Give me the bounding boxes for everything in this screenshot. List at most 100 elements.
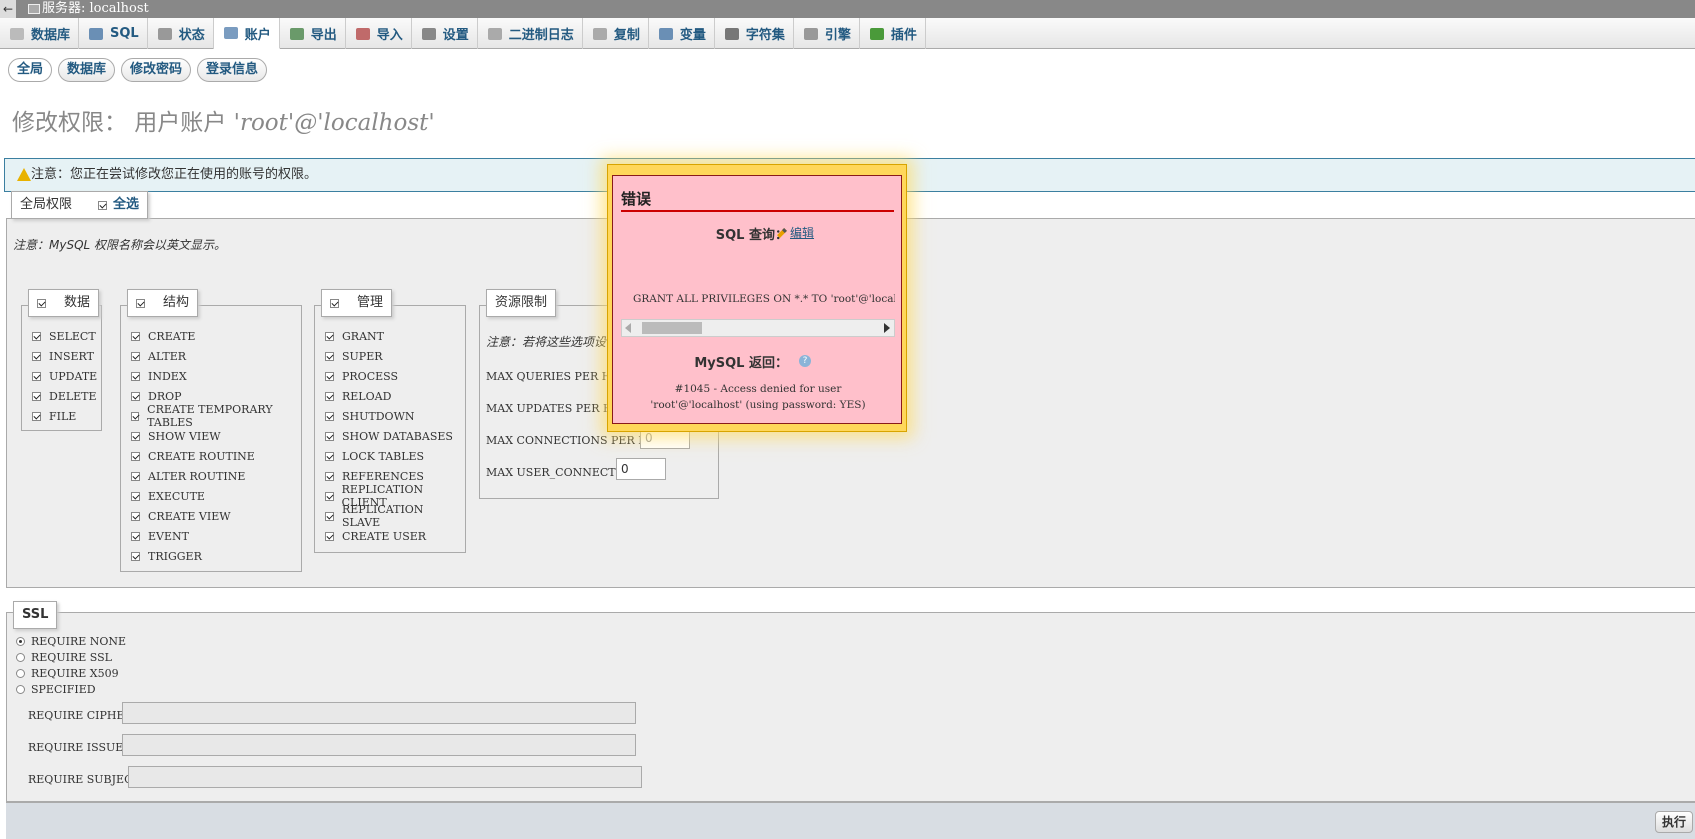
tab-3[interactable]: 账户 bbox=[213, 18, 280, 49]
privilege-checkbox[interactable] bbox=[32, 391, 41, 401]
privilege-checkbox[interactable] bbox=[131, 451, 140, 461]
tab-11[interactable]: 引擎 bbox=[794, 18, 860, 49]
tab-1[interactable]: SQL bbox=[79, 18, 148, 49]
data-select-all-checkbox[interactable] bbox=[37, 298, 46, 308]
subtab-0[interactable]: 全局 bbox=[8, 58, 53, 82]
tab-2[interactable]: 状态 bbox=[148, 18, 214, 49]
privilege-checkbox[interactable] bbox=[325, 331, 334, 341]
privilege-update[interactable]: UPDATE bbox=[32, 366, 97, 386]
privilege-checkbox[interactable] bbox=[131, 331, 140, 341]
tab-10[interactable]: 字符集 bbox=[715, 18, 794, 49]
tab-5[interactable]: 导入 bbox=[346, 18, 412, 49]
tab-8[interactable]: 复制 bbox=[583, 18, 649, 49]
privilege-alter-routine[interactable]: ALTER ROUTINE bbox=[131, 466, 301, 486]
privilege-grant[interactable]: GRANT bbox=[325, 326, 465, 346]
tab-label: 变量 bbox=[679, 28, 706, 43]
tab-7[interactable]: 二进制日志 bbox=[478, 18, 583, 49]
require-none-option[interactable]: REQUIRE NONE bbox=[16, 635, 126, 648]
privilege-checkbox[interactable] bbox=[131, 391, 140, 401]
privilege-checkbox[interactable] bbox=[131, 431, 140, 441]
privilege-checkbox[interactable] bbox=[131, 551, 140, 561]
privilege-checkbox[interactable] bbox=[325, 431, 334, 441]
privilege-event[interactable]: EVENT bbox=[131, 526, 301, 546]
privilege-shutdown[interactable]: SHUTDOWN bbox=[325, 406, 465, 426]
privilege-checkbox[interactable] bbox=[131, 471, 140, 481]
privilege-replication-slave[interactable]: REPLICATION SLAVE bbox=[325, 503, 465, 529]
max-user-connections-input[interactable]: 0 bbox=[616, 458, 666, 480]
privilege-super[interactable]: SUPER bbox=[325, 346, 465, 366]
privilege-file[interactable]: FILE bbox=[32, 406, 97, 426]
privilege-insert[interactable]: INSERT bbox=[32, 346, 97, 366]
privilege-checkbox[interactable] bbox=[325, 411, 334, 421]
privilege-checkbox[interactable] bbox=[131, 511, 140, 521]
privilege-checkbox[interactable] bbox=[325, 451, 334, 461]
privilege-trigger[interactable]: TRIGGER bbox=[131, 546, 301, 566]
privilege-checkbox[interactable] bbox=[325, 491, 334, 501]
subtab-2[interactable]: 修改密码 bbox=[121, 58, 192, 82]
admin-select-all-checkbox[interactable] bbox=[330, 298, 339, 308]
privilege-create[interactable]: CREATE bbox=[131, 326, 301, 346]
structure-select-all-checkbox[interactable] bbox=[136, 298, 145, 308]
help-icon[interactable]: ? bbox=[799, 355, 811, 367]
subtab-3[interactable]: 登录信息 bbox=[197, 58, 268, 82]
privilege-label: REFERENCES bbox=[342, 469, 424, 483]
privilege-checkbox[interactable] bbox=[32, 411, 41, 421]
go-button[interactable]: 执行 bbox=[1655, 811, 1694, 833]
ssl-legend-label: SSL bbox=[22, 607, 49, 622]
tab-label: 账户 bbox=[244, 27, 271, 43]
privilege-create-routine[interactable]: CREATE ROUTINE bbox=[131, 446, 301, 466]
require-issuer-input[interactable] bbox=[122, 734, 636, 756]
select-all-label[interactable]: 全选 bbox=[113, 192, 139, 218]
require-cipher-input[interactable] bbox=[122, 702, 636, 724]
tab-12[interactable]: 插件 bbox=[860, 18, 926, 49]
subtab-1[interactable]: 数据库 bbox=[58, 58, 116, 82]
select-all-checkbox[interactable] bbox=[98, 200, 108, 210]
require-ssl-option[interactable]: REQUIRE SSL bbox=[16, 651, 112, 664]
privilege-execute[interactable]: EXECUTE bbox=[131, 486, 301, 506]
tab-4[interactable]: 导出 bbox=[280, 18, 346, 49]
privilege-create-temporary-tables[interactable]: CREATE TEMPORARY TABLES bbox=[131, 403, 301, 429]
privilege-checkbox[interactable] bbox=[325, 391, 334, 401]
privilege-checkbox[interactable] bbox=[131, 351, 140, 361]
privilege-reload[interactable]: RELOAD bbox=[325, 386, 465, 406]
require-ssl-radio[interactable] bbox=[16, 653, 25, 662]
specified-radio[interactable] bbox=[16, 685, 25, 694]
privilege-checkbox[interactable] bbox=[131, 531, 140, 541]
privilege-checkbox[interactable] bbox=[32, 351, 41, 361]
require-subject-input[interactable] bbox=[128, 766, 642, 788]
privilege-delete[interactable]: DELETE bbox=[32, 386, 97, 406]
privilege-index[interactable]: INDEX bbox=[131, 366, 301, 386]
privilege-checkbox[interactable] bbox=[131, 411, 140, 421]
privilege-checkbox[interactable] bbox=[131, 491, 140, 501]
privilege-lock-tables[interactable]: LOCK TABLES bbox=[325, 446, 465, 466]
require-x509-radio[interactable] bbox=[16, 669, 25, 678]
privilege-checkbox[interactable] bbox=[131, 371, 140, 381]
tab-9[interactable]: 变量 bbox=[649, 18, 715, 49]
privilege-select[interactable]: SELECT bbox=[32, 326, 97, 346]
privilege-show-view[interactable]: SHOW VIEW bbox=[131, 426, 301, 446]
require-none-radio[interactable] bbox=[16, 637, 25, 646]
privilege-checkbox[interactable] bbox=[32, 331, 41, 341]
back-arrow-icon[interactable]: ← bbox=[0, 0, 16, 18]
edit-link-label[interactable]: 编辑 bbox=[790, 224, 814, 241]
privilege-show-databases[interactable]: SHOW DATABASES bbox=[325, 426, 465, 446]
privilege-checkbox[interactable] bbox=[325, 511, 334, 521]
scroll-left-icon[interactable] bbox=[625, 323, 631, 333]
specified-option[interactable]: SPECIFIED bbox=[16, 683, 96, 696]
scroll-thumb[interactable] bbox=[642, 322, 702, 334]
horizontal-scrollbar[interactable] bbox=[621, 319, 895, 337]
privilege-process[interactable]: PROCESS bbox=[325, 366, 465, 386]
tab-6[interactable]: 设置 bbox=[412, 18, 478, 49]
privilege-create-view[interactable]: CREATE VIEW bbox=[131, 506, 301, 526]
tab-0[interactable]: 数据库 bbox=[0, 18, 80, 49]
scroll-right-icon[interactable] bbox=[884, 323, 890, 333]
privilege-alter[interactable]: ALTER bbox=[131, 346, 301, 366]
edit-link[interactable]: 编辑 bbox=[777, 224, 814, 241]
privilege-create-user[interactable]: CREATE USER bbox=[325, 526, 465, 546]
privilege-checkbox[interactable] bbox=[325, 371, 334, 381]
privilege-checkbox[interactable] bbox=[32, 371, 41, 381]
require-x509-option[interactable]: REQUIRE X509 bbox=[16, 667, 119, 680]
privilege-checkbox[interactable] bbox=[325, 351, 334, 361]
privilege-checkbox[interactable] bbox=[325, 531, 334, 541]
privilege-checkbox[interactable] bbox=[325, 471, 334, 481]
